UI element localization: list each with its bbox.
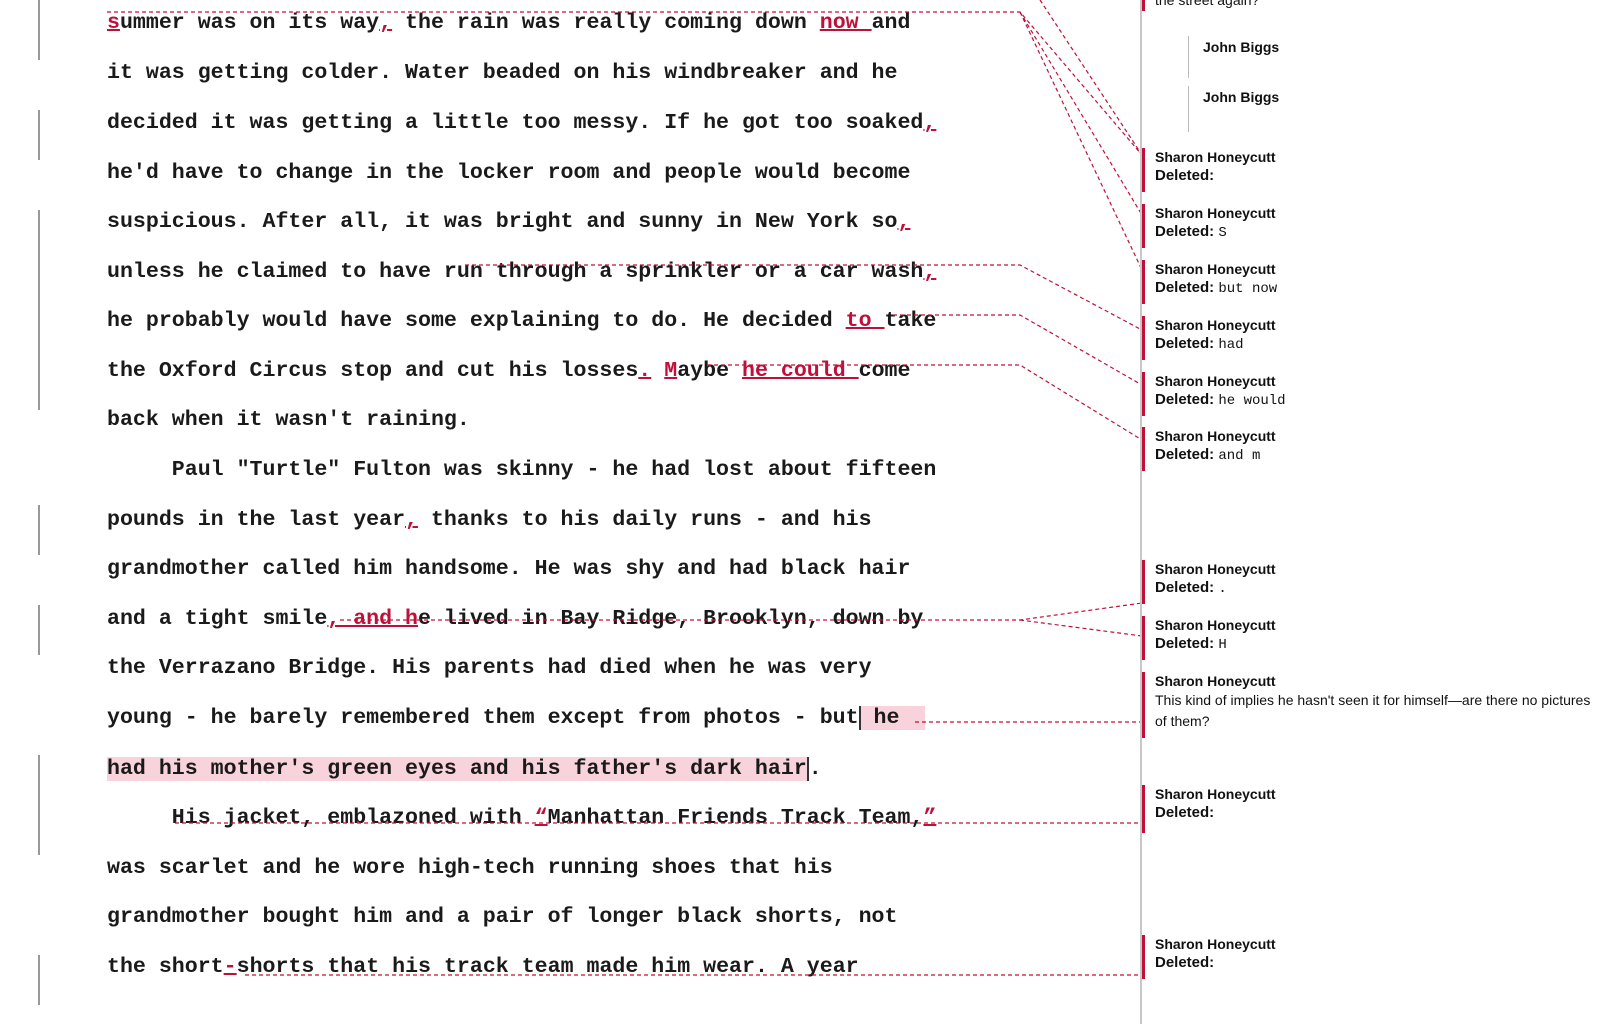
- balloon-author: Sharon Honeycutt: [1155, 673, 1276, 689]
- reply-author: John Biggs: [1203, 39, 1280, 55]
- deleted-text: H: [1218, 637, 1227, 653]
- deleted-label: Deleted: .: [1155, 579, 1227, 597]
- deletion-balloon[interactable]: Sharon Honeycutt Deleted: H: [1142, 616, 1595, 660]
- balloon-connector-line: [893, 314, 1143, 386]
- deletion-balloon[interactable]: Sharon Honeycutt Deleted: he would: [1142, 372, 1595, 416]
- deleted-text: and m: [1218, 448, 1261, 464]
- deleted-text: he would: [1218, 393, 1286, 409]
- balloon-author: Sharon Honeycutt: [1155, 936, 1276, 952]
- comment-text: the street again?: [1155, 0, 1260, 8]
- deletion-balloon[interactable]: Sharon Honeycutt Deleted: but now: [1142, 260, 1595, 304]
- deleted-text: S: [1218, 225, 1227, 241]
- deletion-balloon[interactable]: Sharon Honeycutt Deleted: S: [1142, 204, 1595, 248]
- balloon-author: Sharon Honeycutt: [1155, 205, 1276, 221]
- deletion-balloon[interactable]: Sharon Honeycutt Deleted: and m: [1142, 427, 1595, 471]
- deleted-label: Deleted:: [1155, 167, 1215, 184]
- balloon-author: Sharon Honeycutt: [1155, 149, 1276, 165]
- deletion-balloon[interactable]: Sharon Honeycutt Deleted:: [1142, 148, 1595, 192]
- deleted-label: Deleted: but now: [1155, 279, 1278, 297]
- balloon-author: Sharon Honeycutt: [1155, 786, 1276, 802]
- deleted-text: .: [1218, 581, 1227, 597]
- balloon-author: Sharon Honeycutt: [1155, 373, 1276, 389]
- deleted-label: Deleted:: [1155, 954, 1215, 971]
- comment-text: This kind of implies he hasn't seen it f…: [1155, 692, 1591, 729]
- deleted-label: Deleted:: [1155, 804, 1215, 821]
- deletion-balloon[interactable]: Sharon Honeycutt Deleted: .: [1142, 560, 1595, 604]
- comment-reply[interactable]: John Biggs: [1188, 86, 1279, 132]
- deleted-text: had: [1218, 337, 1244, 353]
- markup-balloons-pane: the street again? Sharon Honeycutt Delete…: [1142, 0, 1600, 1024]
- deleted-label: Deleted: S: [1155, 223, 1227, 241]
- balloon-author: Sharon Honeycutt: [1155, 317, 1276, 333]
- deletion-balloon[interactable]: Sharon Honeycutt Deleted:: [1142, 785, 1595, 833]
- balloon-connector-line: [707, 364, 1143, 441]
- comment-balloon[interactable]: Sharon Honeycutt This kind of implies he …: [1142, 672, 1595, 738]
- deleted-text: but now: [1218, 281, 1278, 297]
- balloon-connector-line: [107, 11, 1143, 156]
- balloon-author: Sharon Honeycutt: [1155, 561, 1276, 577]
- reply-author: John Biggs: [1203, 89, 1280, 105]
- comment-reply[interactable]: John Biggs: [1188, 36, 1279, 78]
- deletion-balloon[interactable]: Sharon Honeycutt Deleted: had: [1142, 316, 1595, 360]
- balloon-author: Sharon Honeycutt: [1155, 261, 1276, 277]
- balloon-connector-line: [340, 602, 1143, 621]
- balloon-connector-line: [1019, 11, 1143, 216]
- balloon-connector-line: [1019, 619, 1143, 637]
- balloon-connector-line: [465, 264, 1143, 331]
- deleted-label: Deleted: and m: [1155, 446, 1261, 464]
- deleted-label: Deleted: H: [1155, 635, 1227, 653]
- balloon-connector-line: [1019, 11, 1143, 271]
- deleted-label: Deleted: he would: [1155, 391, 1286, 409]
- balloon-connector-line: [1039, 0, 1143, 156]
- comment-balloon-partial[interactable]: the street again?: [1142, 0, 1595, 11]
- deleted-label: Deleted: had: [1155, 335, 1244, 353]
- balloon-author: Sharon Honeycutt: [1155, 428, 1276, 444]
- deletion-balloon[interactable]: Sharon Honeycutt Deleted:: [1142, 935, 1595, 979]
- balloon-author: Sharon Honeycutt: [1155, 617, 1276, 633]
